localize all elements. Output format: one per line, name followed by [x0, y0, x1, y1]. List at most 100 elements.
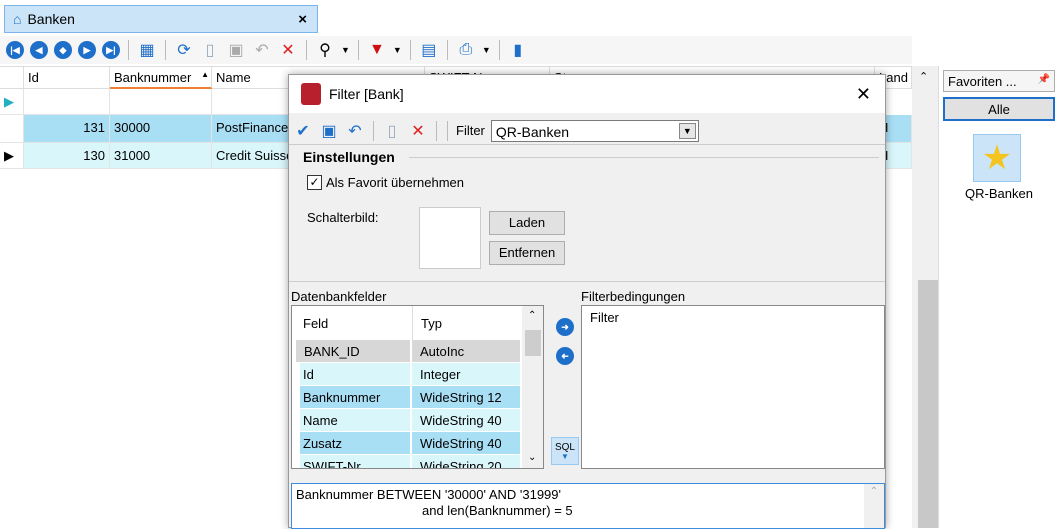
column-id[interactable]: Id: [24, 67, 110, 89]
button-image-preview: [419, 207, 481, 269]
print-icon[interactable]: ⎙: [456, 41, 476, 59]
scroll-up-icon[interactable]: ⌃: [864, 484, 884, 528]
middle-icon[interactable]: ◆: [54, 41, 72, 59]
check-icon[interactable]: ✔: [293, 121, 313, 141]
load-button[interactable]: Laden: [489, 211, 565, 235]
indicator-header: [0, 67, 24, 89]
field-name[interactable]: Banknummer: [300, 386, 410, 408]
tab-title: Banken: [27, 11, 75, 27]
scrollbar-thumb[interactable]: [918, 280, 938, 528]
filter-cell[interactable]: [110, 89, 212, 115]
bank-icon: ⌂: [13, 11, 22, 27]
sort-asc-icon: ▲: [201, 70, 209, 79]
refresh-icon[interactable]: ⟳: [174, 40, 194, 60]
favorite-checkbox[interactable]: ✓ Als Favorit übernehmen: [307, 175, 464, 190]
favorite-checkbox-label: Als Favorit übernehmen: [326, 175, 465, 190]
next-icon[interactable]: ▶: [78, 41, 96, 59]
sql-line: Banknummer BETWEEN '30000' AND '31999': [296, 487, 561, 502]
row-indicator: [0, 115, 24, 143]
undo-icon[interactable]: ↶: [252, 40, 272, 60]
field-name[interactable]: Name: [300, 409, 410, 431]
chevron-down-icon[interactable]: ▼: [482, 45, 491, 55]
save-icon[interactable]: ▣: [319, 121, 339, 141]
view-icon[interactable]: ▦: [137, 40, 157, 60]
field-name[interactable]: Id: [300, 363, 410, 385]
field-header[interactable]: Feld: [300, 312, 331, 334]
scrollbar-thumb[interactable]: [525, 330, 541, 356]
condition-root[interactable]: Filter: [590, 310, 619, 325]
favorites-title: Favoriten ...: [948, 74, 1017, 89]
sql-button[interactable]: SQL ▼: [551, 437, 579, 465]
field-type[interactable]: WideString 40: [412, 432, 520, 454]
field-type[interactable]: WideString 20: [412, 455, 520, 468]
field-name[interactable]: Zusatz: [300, 432, 410, 454]
filter-label: Filter: [456, 123, 485, 138]
tab-banken[interactable]: ⌂ Banken ×: [4, 5, 318, 33]
favorites-header[interactable]: Favoriten ... 📌: [943, 70, 1055, 92]
field-type[interactable]: AutoInc: [412, 340, 520, 362]
close-tab-button[interactable]: ×: [298, 11, 307, 28]
pin-icon[interactable]: 📌: [1038, 74, 1050, 85]
undo-icon[interactable]: ↶: [345, 121, 365, 141]
new-icon[interactable]: ▯: [200, 40, 220, 60]
delete-icon[interactable]: ✕: [408, 121, 428, 141]
conditions-label: Filterbedingungen: [581, 289, 686, 304]
pin-icon[interactable]: ⚲: [315, 40, 335, 60]
close-dialog-button[interactable]: ✕: [856, 84, 871, 105]
db-fields-list[interactable]: Feld Typ BANK_ID AutoInc Id Integer Bank…: [291, 305, 544, 469]
cell-id[interactable]: 130: [24, 143, 110, 169]
scroll-down-icon[interactable]: ⌄: [528, 452, 536, 463]
remove-button[interactable]: Entfernen: [489, 241, 565, 265]
all-button[interactable]: Alle: [943, 97, 1055, 121]
dialog-toolbar: ✔ ▣ ↶ ▯ ✕ Filter QR-Banken ▼: [289, 117, 885, 145]
current-row-icon: ▶: [0, 143, 24, 169]
sql-line: and len(Banknummer) = 5: [422, 503, 573, 518]
settings-title: Einstellungen: [303, 149, 395, 165]
field-name[interactable]: SWIFT-Nr: [300, 455, 410, 468]
list-scrollbar[interactable]: ⌃ ⌄: [522, 306, 543, 468]
grid-scrollbar[interactable]: [912, 66, 938, 528]
arrow-left-icon[interactable]: ➜: [556, 347, 574, 365]
favorite-qr-banken[interactable]: QR-Banken: [939, 186, 1059, 201]
column-label: Banknummer: [114, 70, 192, 85]
filter-cell[interactable]: [24, 89, 110, 115]
filter-dialog: Filter [Bank] ✕ ✔ ▣ ↶ ▯ ✕ Filter QR-Bank…: [288, 74, 886, 529]
prev-icon[interactable]: ◀: [30, 41, 48, 59]
collapse-icon[interactable]: ⌃: [919, 70, 928, 83]
filter-app-icon: [301, 83, 321, 105]
field-type[interactable]: WideString 12: [412, 386, 520, 408]
cell-banknummer[interactable]: 30000: [110, 115, 212, 143]
chevron-down-icon[interactable]: ▼: [678, 122, 696, 139]
cell-banknummer[interactable]: 31000: [110, 143, 212, 169]
field-type[interactable]: Integer: [412, 363, 520, 385]
chevron-down-icon: ▼: [561, 452, 569, 461]
db-fields-label: Datenbankfelder: [291, 289, 387, 304]
type-header[interactable]: Typ: [418, 312, 445, 334]
star-icon[interactable]: ★: [973, 134, 1021, 182]
chevron-down-icon[interactable]: ▼: [393, 45, 402, 55]
filter-icon[interactable]: ▼: [367, 41, 387, 59]
dialog-titlebar: Filter [Bank] ✕: [289, 75, 885, 113]
dialog-title: Filter [Bank]: [329, 86, 404, 102]
field-name[interactable]: BANK_ID: [296, 340, 410, 362]
filter-select[interactable]: QR-Banken ▼: [490, 119, 699, 142]
cell-id[interactable]: 131: [24, 115, 110, 143]
first-icon[interactable]: |◀: [6, 41, 24, 59]
column-banknummer[interactable]: Banknummer ▲: [110, 67, 212, 89]
export-icon[interactable]: ▤: [419, 40, 439, 60]
field-type[interactable]: WideString 40: [412, 409, 520, 431]
chevron-down-icon[interactable]: ▼: [341, 45, 350, 55]
checkbox-icon[interactable]: ✓: [307, 175, 322, 190]
sql-editor[interactable]: Banknummer BETWEEN '30000' AND '31999' a…: [291, 483, 885, 529]
exit-icon[interactable]: ▮: [508, 40, 528, 60]
conditions-tree[interactable]: Filter: [581, 305, 885, 469]
save-icon[interactable]: ▣: [226, 40, 246, 60]
arrow-right-icon[interactable]: ➜: [556, 318, 574, 336]
new-icon[interactable]: ▯: [382, 121, 402, 141]
button-image-label: Schalterbild:: [307, 210, 379, 225]
scroll-up-icon[interactable]: ⌃: [528, 310, 536, 321]
filter-select-value: QR-Banken: [495, 123, 570, 140]
last-icon[interactable]: ▶|: [102, 41, 120, 59]
delete-icon[interactable]: ✕: [278, 40, 298, 60]
main-toolbar: |◀ ◀ ◆ ▶ ▶| ▦ ⟳ ▯ ▣ ↶ ✕ ⚲ ▼ ▼ ▼ ▤ ⎙ ▼ ▮: [0, 36, 912, 64]
